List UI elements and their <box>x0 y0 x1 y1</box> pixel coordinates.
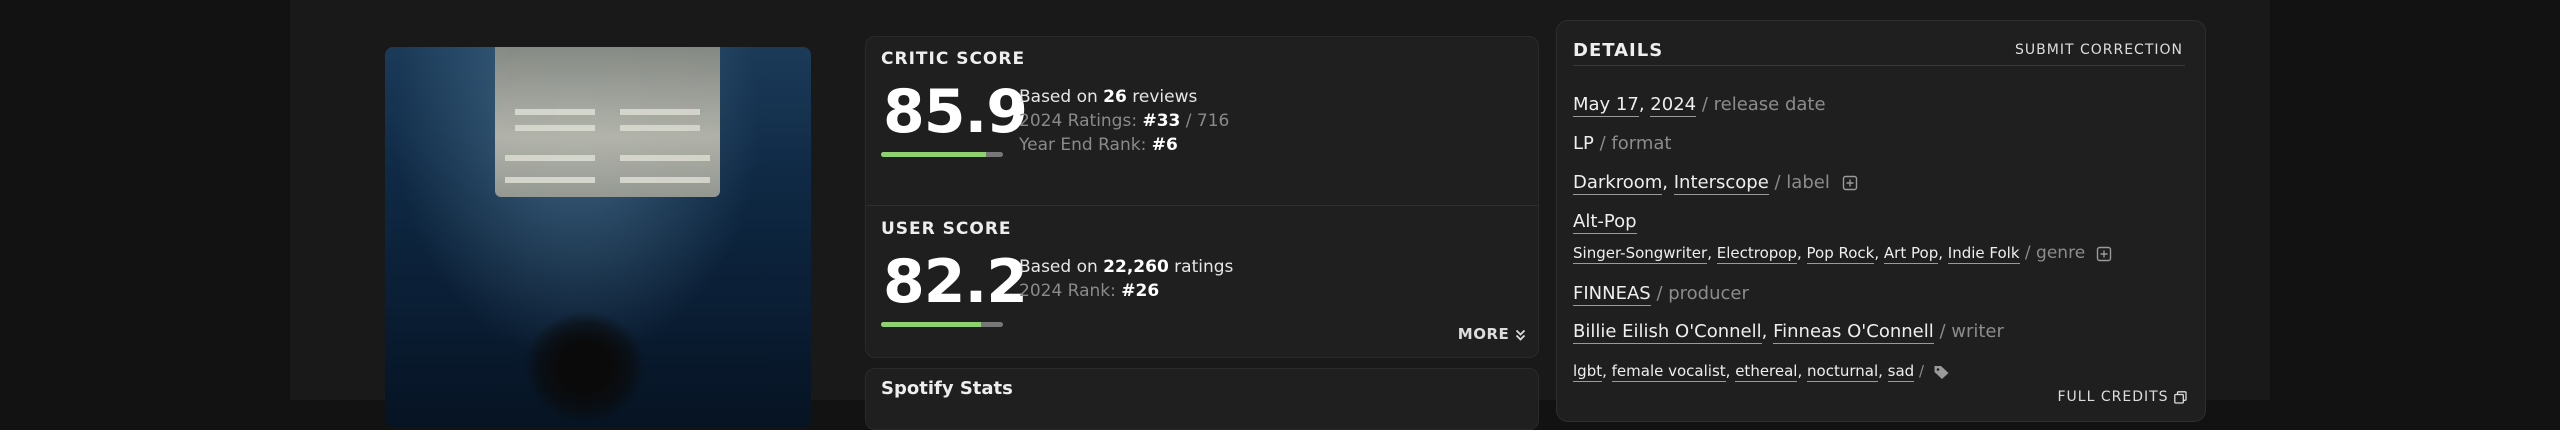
tag-link-ethereal[interactable]: ethereal <box>1735 362 1798 382</box>
user-rank-line: 2024 Rank: #26 <box>1019 281 1160 301</box>
plus-box-icon[interactable] <box>2096 246 2112 262</box>
label-link-interscope[interactable]: Interscope <box>1673 172 1769 195</box>
writer-row: Billie Eilish O'Connell, Finneas O'Conne… <box>1573 321 2004 344</box>
writer-link-billie[interactable]: Billie Eilish O'Connell <box>1573 321 1762 344</box>
critic-year-end-line: Year End Rank: #6 <box>1019 135 1178 155</box>
critic-ratings-line: 2024 Ratings: #33 / 716 <box>1019 111 1230 131</box>
user-rank[interactable]: #26 <box>1121 281 1159 301</box>
critic-ratings-rank[interactable]: #33 <box>1142 111 1180 131</box>
album-cover-figure <box>525 312 645 422</box>
more-button[interactable]: MORE <box>1458 325 1526 343</box>
submit-correction-link[interactable]: SUBMIT CORRECTION <box>2015 42 2183 58</box>
writer-link-finneas[interactable]: Finneas O'Connell <box>1773 321 1934 344</box>
scores-panel: CRITIC SCORE 85.9 Based on 26 reviews 20… <box>865 36 1539 358</box>
critic-score-value[interactable]: 85.9 <box>883 77 1028 147</box>
critic-score-bar-fill <box>881 152 986 157</box>
release-date-row: May 17, 2024 / release date <box>1573 94 1826 117</box>
user-score-title: USER SCORE <box>881 219 1012 239</box>
score-divider <box>866 205 1538 206</box>
format-row: LP / format <box>1573 133 1672 154</box>
copy-icon <box>2174 390 2187 404</box>
tag-link-sad[interactable]: sad <box>1887 362 1915 382</box>
full-credits-link[interactable]: FULL CREDITS <box>2058 389 2188 405</box>
user-ratings-count[interactable]: 22,260 <box>1103 257 1169 277</box>
critic-reviews-line: Based on 26 reviews <box>1019 87 1198 107</box>
tag-icon[interactable] <box>1933 364 1951 380</box>
producer-row: FINNEAS / producer <box>1573 283 1749 306</box>
tag-link-lgbt[interactable]: lgbt <box>1573 362 1603 382</box>
user-score-bar <box>881 322 1003 327</box>
album-cover[interactable] <box>385 47 811 427</box>
user-score-bar-fill <box>881 322 982 327</box>
user-score-value[interactable]: 82.2 <box>883 247 1028 317</box>
details-title: DETAILS <box>1573 40 1664 61</box>
spotify-stats-title: Spotify Stats <box>881 378 1013 399</box>
chevron-double-down-icon <box>1515 329 1526 341</box>
genre-link-indie-folk[interactable]: Indie Folk <box>1947 244 2020 264</box>
format-value: LP <box>1573 133 1594 154</box>
details-panel: DETAILS SUBMIT CORRECTION May 17, 2024 /… <box>1556 20 2206 422</box>
tags-row: lgbt, female vocalist, ethereal, nocturn… <box>1573 362 1951 382</box>
tag-link-nocturnal[interactable]: nocturnal <box>1807 362 1879 382</box>
primary-genre-row: Alt-Pop <box>1573 211 1637 234</box>
release-year-link[interactable]: 2024 <box>1650 94 1697 117</box>
genre-link-pop-rock[interactable]: Pop Rock <box>1806 244 1875 264</box>
genre-link-art-pop[interactable]: Art Pop <box>1883 244 1939 264</box>
label-link-darkroom[interactable]: Darkroom <box>1573 172 1663 195</box>
genre-link-singer-songwriter[interactable]: Singer-Songwriter <box>1573 244 1708 264</box>
genre-row: Singer-Songwriter, Electropop, Pop Rock,… <box>1573 243 2112 264</box>
critic-year-end-rank[interactable]: #6 <box>1152 135 1178 155</box>
critic-score-title: CRITIC SCORE <box>881 49 1026 69</box>
user-ratings-line: Based on 22,260 ratings <box>1019 257 1234 277</box>
release-date-link[interactable]: May 17 <box>1573 94 1639 117</box>
tag-link-female-vocalist[interactable]: female vocalist <box>1611 362 1726 382</box>
details-divider <box>1573 65 2185 66</box>
primary-genre-link[interactable]: Alt-Pop <box>1573 211 1637 234</box>
producer-link[interactable]: FINNEAS <box>1573 283 1651 306</box>
genre-link-electropop[interactable]: Electropop <box>1716 244 1797 264</box>
spotify-stats-panel: Spotify Stats <box>865 368 1539 430</box>
plus-box-icon[interactable] <box>1842 175 1858 191</box>
critic-score-bar <box>881 152 1003 157</box>
album-cover-frame <box>495 47 720 197</box>
critic-reviews-count[interactable]: 26 <box>1103 87 1127 107</box>
label-row: Darkroom, Interscope / label <box>1573 172 1858 195</box>
